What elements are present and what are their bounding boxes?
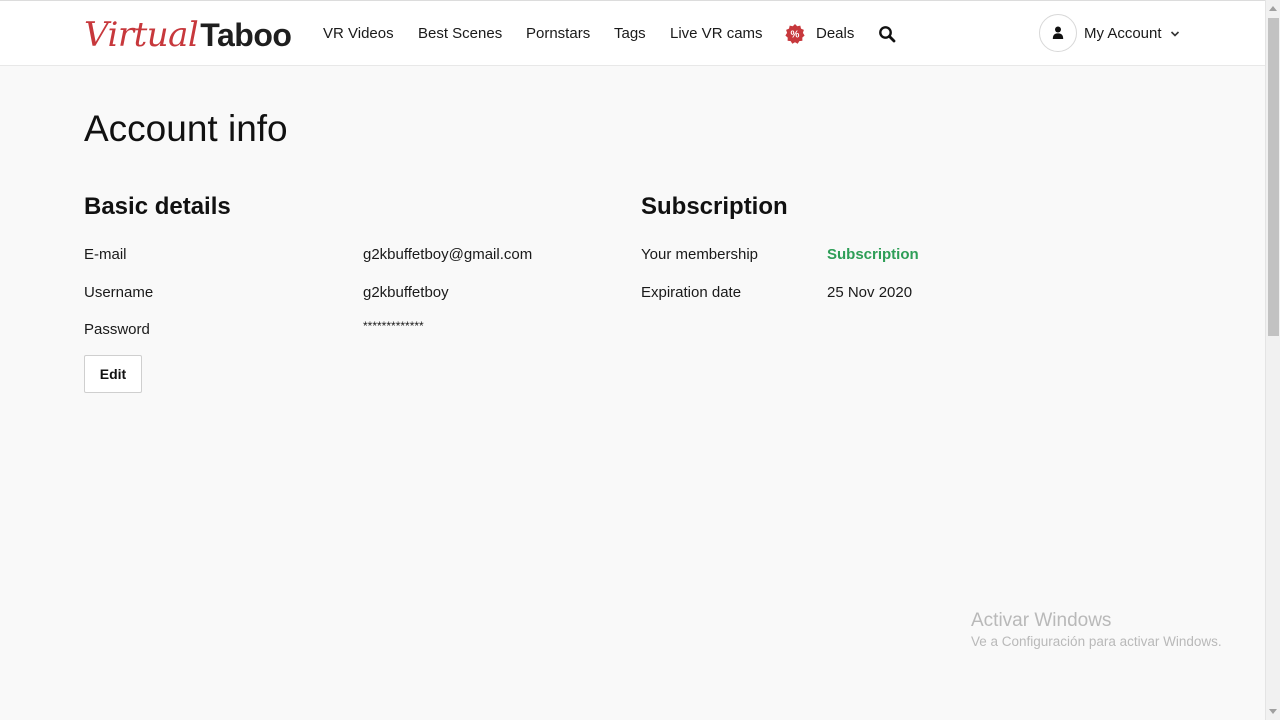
nav-pornstars[interactable]: Pornstars <box>526 25 590 42</box>
scrollbar-thumb[interactable] <box>1268 18 1279 336</box>
email-label: E-mail <box>84 246 127 263</box>
edit-button[interactable]: Edit <box>84 355 142 393</box>
scroll-down-arrow-icon[interactable] <box>1269 709 1277 714</box>
windows-activation-subtitle: Ve a Configuración para activar Windows. <box>971 634 1222 649</box>
deals-badge-symbol: % <box>791 30 800 41</box>
my-account-menu[interactable]: My Account <box>1084 25 1162 42</box>
membership-value: Subscription <box>827 246 919 263</box>
top-navigation-bar: Virtual Taboo VR Videos Best Scenes Porn… <box>0 0 1265 66</box>
password-label: Password <box>84 321 150 338</box>
expiration-value: 25 Nov 2020 <box>827 284 913 301</box>
basic-details-heading: Basic details <box>84 193 231 220</box>
vertical-scrollbar[interactable] <box>1265 0 1280 720</box>
chevron-down-icon[interactable] <box>1170 30 1180 38</box>
expiration-label: Expiration date <box>641 284 742 301</box>
logo-virtual-text: Virtual <box>84 15 199 55</box>
nav-best-scenes[interactable]: Best Scenes <box>418 25 502 42</box>
email-value: g2kbuffetboy@gmail.com <box>363 246 533 263</box>
percent-badge-icon[interactable]: % <box>784 23 806 45</box>
page-title: Account info <box>84 108 288 149</box>
username-value: g2kbuffetboy <box>363 284 449 301</box>
scroll-up-arrow-icon[interactable] <box>1269 6 1277 11</box>
site-logo[interactable]: Virtual Taboo <box>84 15 292 55</box>
password-value: ************* <box>363 319 424 333</box>
username-label: Username <box>84 284 154 301</box>
logo-taboo-text: Taboo <box>200 17 292 53</box>
search-icon[interactable] <box>878 25 896 43</box>
nav-deals[interactable]: Deals <box>816 25 854 42</box>
nav-vr-videos[interactable]: VR Videos <box>323 25 394 42</box>
user-icon <box>1052 26 1064 39</box>
nav-tags[interactable]: Tags <box>614 25 646 42</box>
subscription-heading: Subscription <box>641 193 788 220</box>
nav-live-vr-cams[interactable]: Live VR cams <box>670 25 763 42</box>
windows-activation-title: Activar Windows <box>971 610 1112 631</box>
account-avatar-button[interactable] <box>1039 14 1077 52</box>
membership-label: Your membership <box>641 246 759 263</box>
